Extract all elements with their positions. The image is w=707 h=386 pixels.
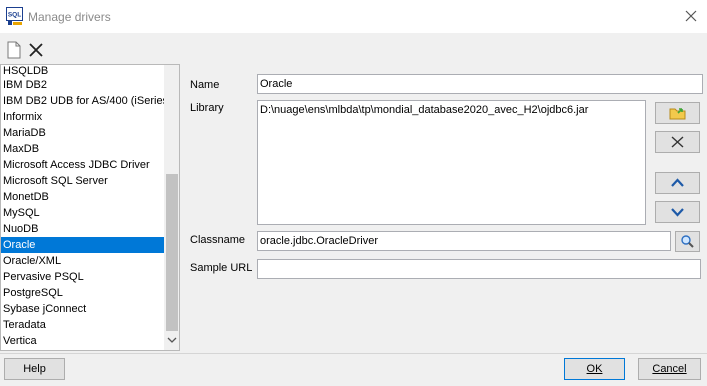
- library-item[interactable]: D:\nuage\ens\mlbda\tp\mondial_database20…: [260, 104, 643, 116]
- driver-list-item[interactable]: Teradata: [1, 317, 164, 333]
- driver-list-item[interactable]: IBM DB2 UDB for AS/400 (iSeries): [1, 93, 172, 109]
- library-list[interactable]: D:\nuage\ens\mlbda\tp\mondial_database20…: [257, 100, 646, 225]
- toolbar: [0, 38, 707, 62]
- driver-list-item[interactable]: NuoDB: [1, 221, 164, 237]
- driver-list-item[interactable]: MonetDB: [1, 189, 164, 205]
- remove-library-button[interactable]: [655, 131, 700, 153]
- footer-separator: [0, 353, 707, 354]
- new-driver-button[interactable]: [4, 40, 24, 60]
- scroll-down-icon[interactable]: [167, 335, 177, 345]
- ok-label: OK: [586, 363, 603, 375]
- arrow-up-icon: [671, 178, 684, 187]
- cancel-button[interactable]: Cancel: [638, 358, 701, 380]
- cancel-label: Cancel: [652, 363, 687, 375]
- sql-app-icon: SQL: [6, 7, 23, 25]
- driver-list-item[interactable]: PostgreSQL: [1, 285, 164, 301]
- sample-url-input[interactable]: [257, 259, 701, 279]
- driver-list-items: HSQLDB IBM DB2 IBM DB2 UDB for AS/400 (iSe…: [1, 65, 172, 349]
- delete-driver-button[interactable]: [26, 40, 46, 60]
- driver-list-item[interactable]: Microsoft Access JDBC Driver: [1, 157, 164, 173]
- title-bar: SQL Manage drivers: [0, 0, 707, 33]
- open-folder-icon: [669, 108, 686, 120]
- driver-list-item[interactable]: MySQL: [1, 205, 164, 221]
- svg-text:SQL: SQL: [8, 12, 21, 19]
- driver-list-item[interactable]: Informix: [1, 109, 164, 125]
- name-input[interactable]: Oracle: [257, 74, 703, 94]
- driver-list-item[interactable]: IBM DB2: [1, 77, 164, 93]
- classname-input[interactable]: oracle.jdbc.OracleDriver: [257, 231, 671, 251]
- library-label: Library: [190, 102, 224, 114]
- driver-list-item[interactable]: Vertica: [1, 333, 164, 349]
- ok-button[interactable]: OK: [564, 358, 625, 380]
- classname-label: Classname: [190, 234, 246, 246]
- find-classname-button[interactable]: [675, 231, 700, 252]
- sample-url-label: Sample URL: [190, 262, 253, 274]
- delete-icon: [29, 43, 43, 57]
- new-document-icon: [7, 41, 21, 59]
- driver-list[interactable]: HSQLDB IBM DB2 IBM DB2 UDB for AS/400 (iSe…: [0, 64, 180, 351]
- close-icon[interactable]: [683, 8, 699, 24]
- add-library-button[interactable]: [655, 102, 700, 124]
- remove-icon: [671, 136, 684, 148]
- window-title: Manage drivers: [28, 10, 111, 24]
- scrollbar-thumb[interactable]: [166, 174, 178, 331]
- driver-list-item[interactable]: MariaDB: [1, 125, 164, 141]
- driver-list-item[interactable]: Oracle: [1, 237, 164, 253]
- driver-list-item[interactable]: Oracle/XML: [1, 253, 164, 269]
- driver-list-item[interactable]: Microsoft SQL Server: [1, 173, 164, 189]
- move-down-button[interactable]: [655, 201, 700, 223]
- name-label: Name: [190, 79, 220, 91]
- magnifier-icon: [681, 235, 694, 248]
- driver-list-item[interactable]: HSQLDB: [1, 65, 164, 77]
- driver-list-item[interactable]: Sybase jConnect: [1, 301, 164, 317]
- driver-list-item[interactable]: Pervasive PSQL: [1, 269, 164, 285]
- move-up-button[interactable]: [655, 172, 700, 194]
- driver-list-scrollbar[interactable]: [164, 65, 179, 350]
- arrow-down-icon: [671, 208, 684, 217]
- help-button[interactable]: Help: [4, 358, 65, 380]
- driver-list-item[interactable]: MaxDB: [1, 141, 164, 157]
